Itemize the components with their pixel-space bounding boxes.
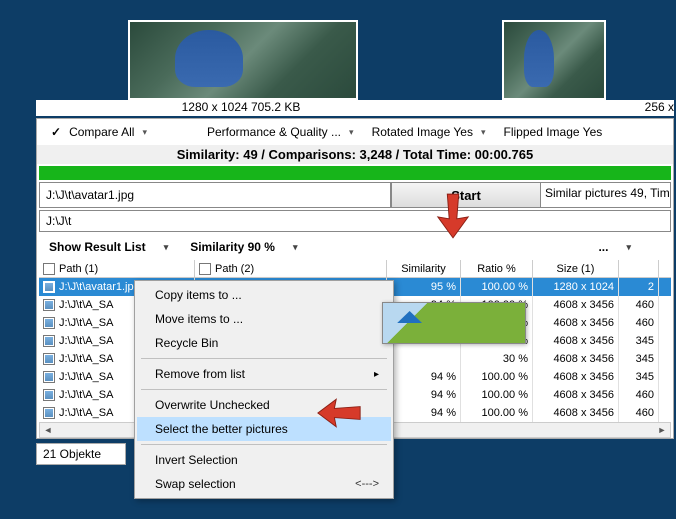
directory-input[interactable] — [39, 210, 671, 232]
more-filter-dropdown[interactable]: ... — [592, 238, 637, 256]
image-icon — [43, 281, 55, 293]
chevron-right-icon: ▸ — [374, 369, 379, 380]
col-size1[interactable]: Size (1) — [533, 260, 619, 277]
image-icon — [43, 389, 55, 401]
thumbnail-tooltip — [382, 302, 526, 344]
filter-toolbar: Show Result List Similarity 90 % ... — [37, 234, 673, 260]
checkbox-icon[interactable] — [199, 263, 211, 275]
image-icon — [43, 299, 55, 311]
ctx-recycle-bin[interactable]: Recycle Bin — [137, 331, 391, 355]
thumbnail-strip — [0, 0, 676, 100]
image-icon — [43, 353, 55, 365]
image-icon — [43, 371, 55, 383]
ctx-move-items[interactable]: Move items to ... — [137, 307, 391, 331]
thumb-caption-2: 256 x — [554, 100, 674, 114]
image-icon — [43, 335, 55, 347]
col-path2[interactable]: Path (2) — [195, 260, 387, 277]
compare-all-dropdown[interactable]: Compare All — [43, 123, 155, 141]
status-bar: Similarity: 49 / Comparisons: 3,248 / To… — [37, 145, 673, 164]
main-toolbar: Compare All Performance & Quality ... Ro… — [37, 119, 673, 145]
separator — [141, 358, 387, 359]
performance-quality-dropdown[interactable]: Performance & Quality ... — [199, 123, 362, 141]
progress-bar — [39, 166, 671, 180]
image-icon — [43, 407, 55, 419]
grid-header: Path (1) Path (2) Similarity Ratio % Siz… — [39, 260, 671, 278]
thumbnail-2[interactable] — [502, 20, 606, 100]
col-path1[interactable]: Path (1) — [39, 260, 195, 277]
ctx-remove-from-list[interactable]: Remove from list▸ — [137, 362, 391, 386]
similarity-filter-dropdown[interactable]: Similarity 90 % — [184, 238, 303, 256]
col-ratio[interactable]: Ratio % — [461, 260, 533, 277]
col-size2[interactable] — [619, 260, 659, 277]
result-summary: Similar pictures 49, Tim — [541, 182, 671, 208]
object-count: 21 Objekte — [36, 443, 126, 465]
flipped-image-dropdown[interactable]: Flipped Image Yes — [496, 123, 611, 141]
checkbox-icon[interactable] — [43, 263, 55, 275]
image-icon — [43, 317, 55, 329]
separator — [141, 389, 387, 390]
context-menu: Copy items to ... Move items to ... Recy… — [134, 280, 394, 499]
separator — [141, 444, 387, 445]
rotated-image-dropdown[interactable]: Rotated Image Yes — [364, 123, 494, 141]
image-path-input[interactable] — [39, 182, 391, 208]
scroll-left-icon[interactable]: ◄ — [40, 423, 56, 437]
col-similarity[interactable]: Similarity — [387, 260, 461, 277]
thumbnail-1[interactable] — [128, 20, 358, 100]
scroll-right-icon[interactable]: ► — [654, 423, 670, 437]
ctx-swap-selection[interactable]: Swap selection<---> — [137, 472, 391, 496]
thumb-caption-1: 1280 x 1024 705.2 KB — [128, 100, 354, 114]
ctx-invert-selection[interactable]: Invert Selection — [137, 448, 391, 472]
ctx-copy-items[interactable]: Copy items to ... — [137, 283, 391, 307]
show-result-list-dropdown[interactable]: Show Result List — [43, 238, 174, 256]
